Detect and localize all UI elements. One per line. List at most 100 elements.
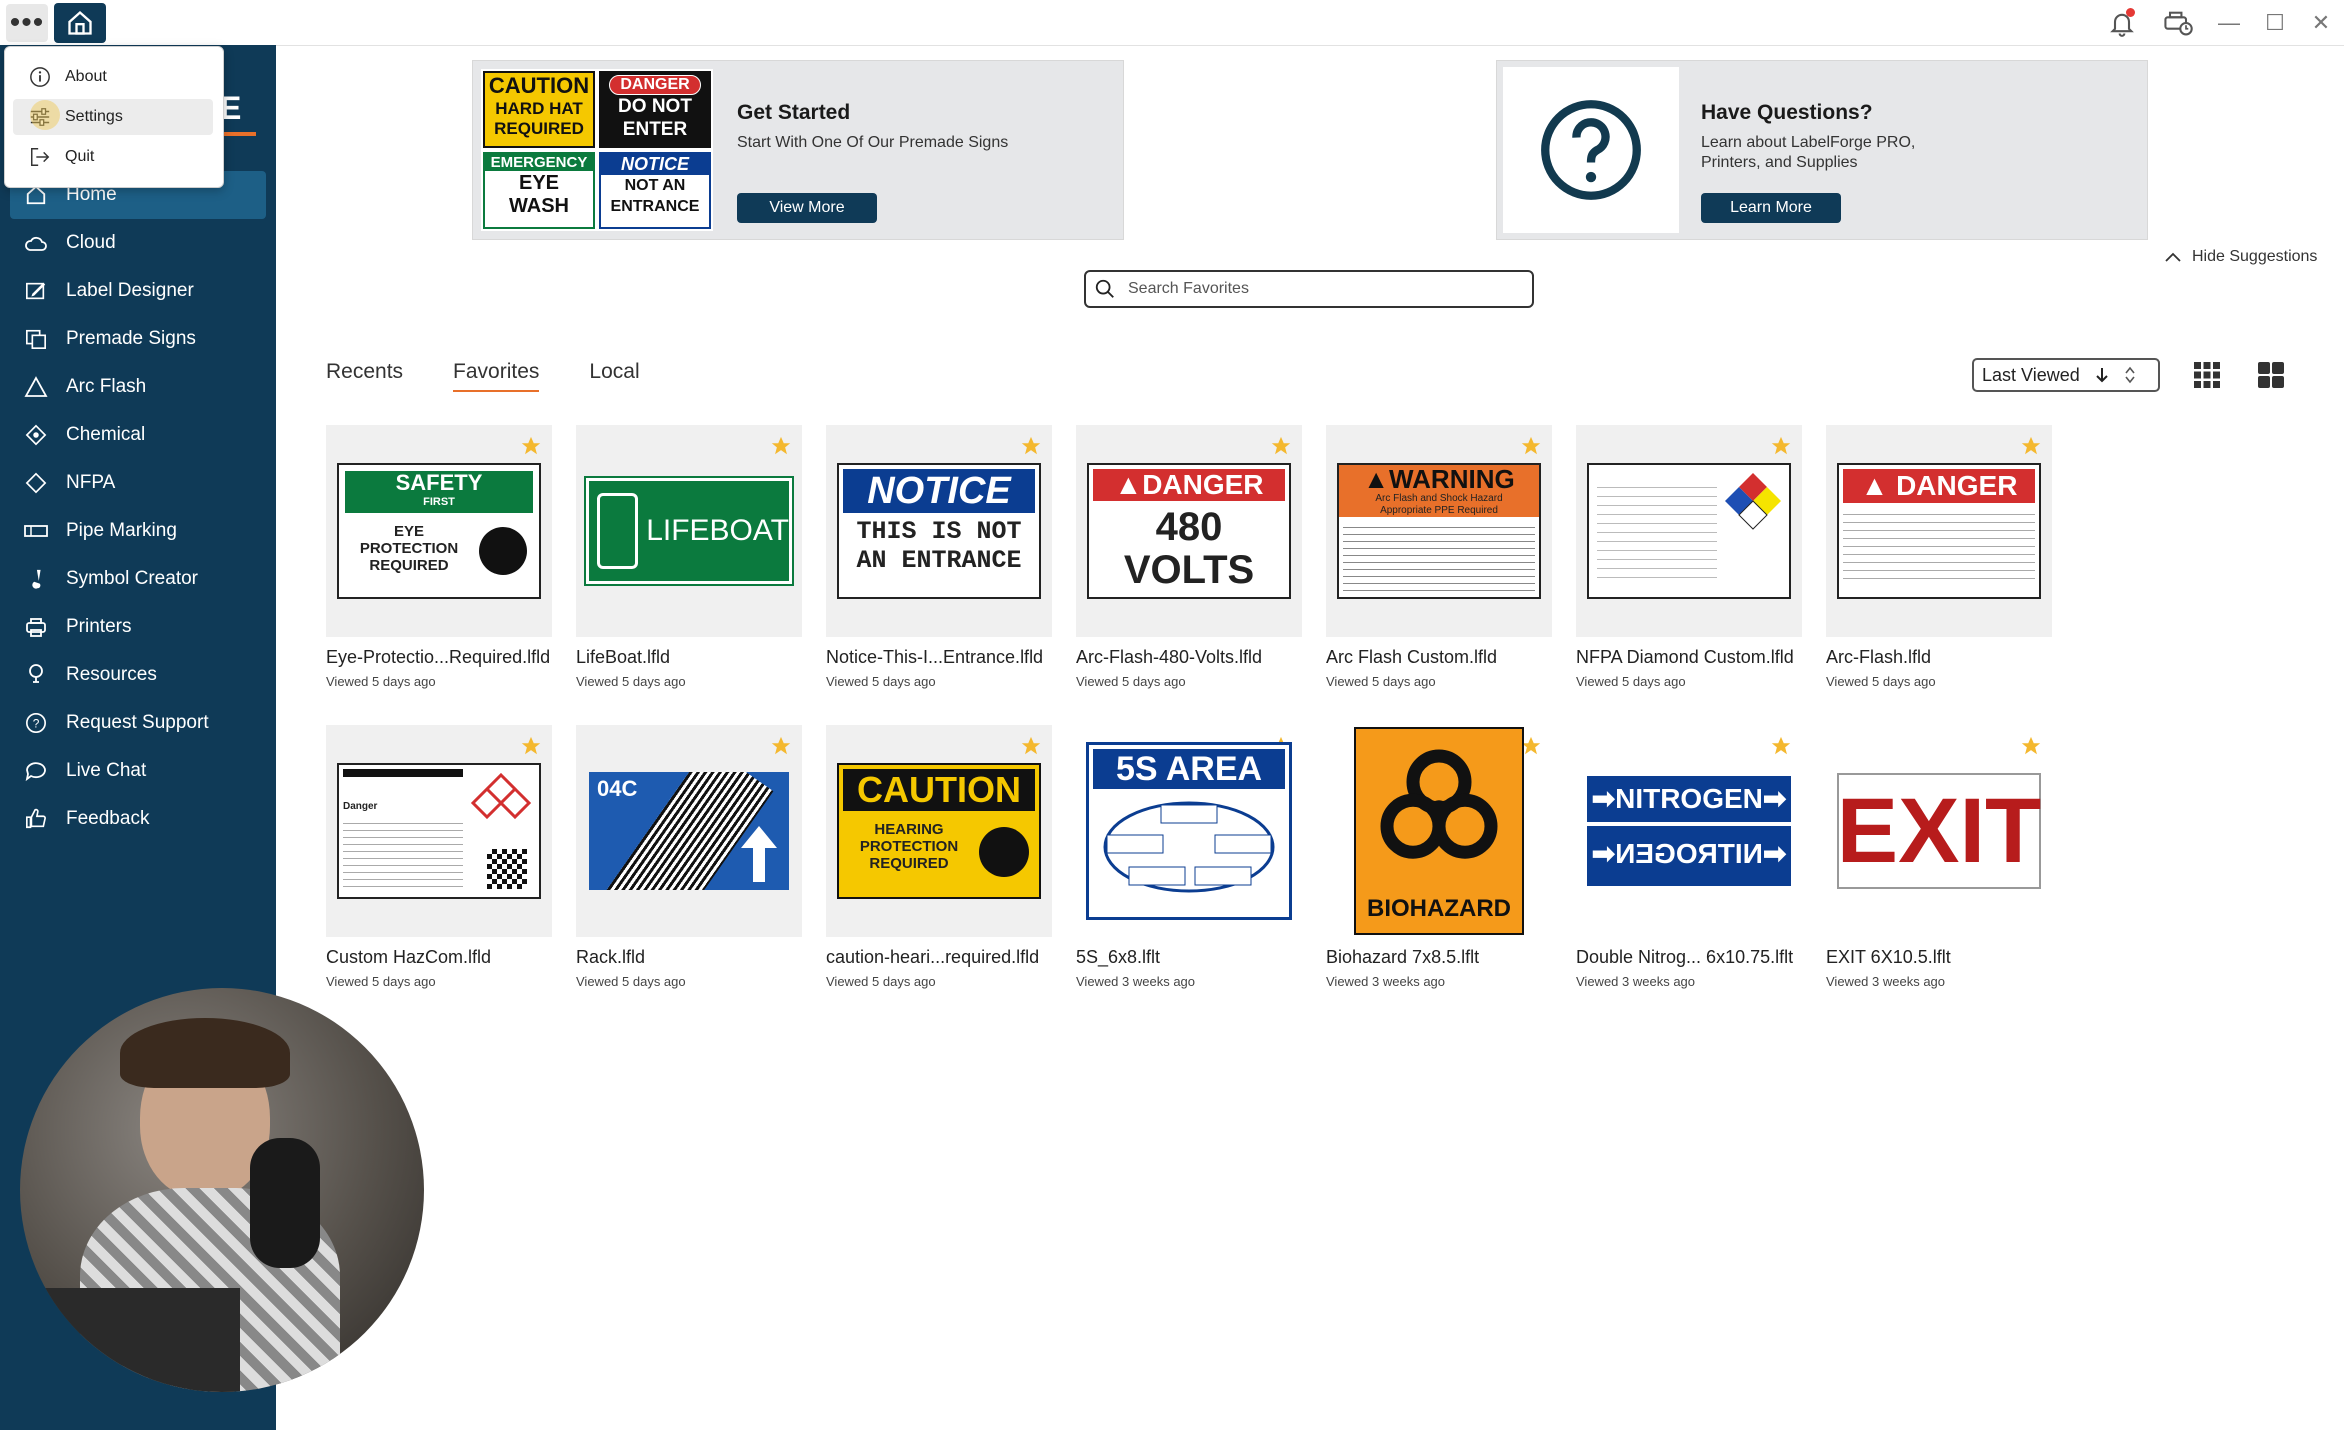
view-more-button[interactable]: View More bbox=[737, 193, 877, 223]
file-card[interactable]: Danger Custom HazCom.lfld Viewed 5 days … bbox=[326, 725, 556, 989]
file-name: caution-heari...required.lfld bbox=[826, 947, 1040, 967]
file-card[interactable]: BIOHAZARD Biohazard 7x8.5.lflt Viewed 3 … bbox=[1326, 725, 1556, 989]
sidebar-item-feedback[interactable]: Feedback bbox=[0, 795, 276, 843]
close-button[interactable]: ✕ bbox=[2298, 0, 2344, 45]
file-card[interactable]: CAUTION HEARING PROTECTION REQUIRED caut… bbox=[826, 725, 1056, 989]
favorite-star-icon[interactable] bbox=[770, 435, 792, 457]
sidebar-item-arc-flash[interactable]: Arc Flash bbox=[0, 363, 276, 411]
file-viewed: Viewed 5 days ago bbox=[1826, 674, 1936, 689]
file-viewed: Viewed 5 days ago bbox=[576, 674, 686, 689]
sidebar-item-label: Resources bbox=[66, 664, 157, 685]
home-button[interactable] bbox=[54, 3, 106, 43]
hide-suggestions-button[interactable]: Hide Suggestions bbox=[2164, 248, 2317, 266]
file-card[interactable]: ➡NITROGEN➡ ⬅NITROGEN⬅ Double Nitrog... 6… bbox=[1576, 725, 1806, 989]
notifications-button[interactable] bbox=[2094, 0, 2150, 45]
file-card[interactable]: 04C Rack.lfld Viewed 5 days ago bbox=[576, 725, 806, 989]
favorite-star-icon[interactable] bbox=[1270, 435, 1292, 457]
file-thumbnail: ▲ DANGER bbox=[1826, 425, 2052, 637]
chat-icon bbox=[25, 762, 46, 782]
file-card[interactable]: NOTICE THIS IS NOT AN ENTRANCE Notice-Th… bbox=[826, 425, 1056, 689]
brush-icon bbox=[32, 569, 41, 589]
file-card[interactable]: NFPA Diamond Custom.lfld Viewed 5 days a… bbox=[1576, 425, 1806, 689]
help-icon: ? bbox=[26, 713, 46, 733]
notification-badge bbox=[2126, 8, 2135, 17]
sidebar-item-printers[interactable]: Printers bbox=[0, 603, 276, 651]
file-name: Arc Flash Custom.lfld bbox=[1326, 647, 1498, 667]
diamond-outline-icon bbox=[25, 472, 47, 494]
arrow-up-icon bbox=[741, 826, 777, 882]
favorite-star-icon[interactable] bbox=[1770, 435, 1792, 457]
file-card[interactable]: EXIT EXIT 6X10.5.lflt Viewed 3 weeks ago bbox=[1826, 725, 2056, 989]
grid-small-view-button[interactable] bbox=[2192, 360, 2222, 390]
menu-item-about[interactable]: About bbox=[13, 59, 213, 95]
file-viewed: Viewed 5 days ago bbox=[1326, 674, 1436, 689]
search-input[interactable] bbox=[1126, 279, 1520, 299]
file-name: 5S_6x8.lflt bbox=[1076, 947, 1161, 967]
sidebar-item-chemical[interactable]: Chemical bbox=[0, 411, 276, 459]
diamond-icon bbox=[25, 424, 47, 446]
sidebar-item-label: Chemical bbox=[66, 424, 146, 445]
file-card[interactable]: 5S AREA 5S_6x8.lflt Viewed 3 weeks ago bbox=[1076, 725, 1306, 989]
tab-recents[interactable]: Recents bbox=[326, 360, 403, 392]
file-thumbnail: ▲DANGER 480 VOLTS bbox=[1076, 425, 1302, 637]
file-card[interactable]: ▲WARNING Arc Flash and Shock Hazard Appr… bbox=[1326, 425, 1556, 689]
main-menu-button[interactable]: ••• bbox=[6, 4, 48, 42]
file-viewed: Viewed 5 days ago bbox=[576, 974, 686, 989]
file-card[interactable]: LIFEBOAT LifeBoat.lfld Viewed 5 days ago bbox=[576, 425, 806, 689]
favorite-star-icon[interactable] bbox=[2020, 735, 2042, 757]
updown-chevron-icon bbox=[2125, 366, 2135, 384]
sidebar-item-label: Live Chat bbox=[66, 760, 147, 781]
file-card[interactable]: ▲DANGER 480 VOLTS Arc-Flash-480-Volts.lf… bbox=[1076, 425, 1306, 689]
file-viewed: Viewed 5 days ago bbox=[1576, 674, 1686, 689]
favorite-star-icon[interactable] bbox=[2020, 435, 2042, 457]
sidebar-item-symbol-creator[interactable]: Symbol Creator bbox=[0, 555, 276, 603]
favorite-star-icon[interactable] bbox=[1020, 435, 1042, 457]
file-name: Eye-Protectio...Required.lfld bbox=[326, 647, 551, 667]
favorite-star-icon[interactable] bbox=[520, 435, 542, 457]
file-thumbnail: ➡NITROGEN➡ ⬅NITROGEN⬅ bbox=[1576, 725, 1802, 937]
minimize-button[interactable]: — bbox=[2206, 0, 2252, 45]
sidebar-item-nfpa[interactable]: NFPA bbox=[0, 459, 276, 507]
learn-more-button[interactable]: Learn More bbox=[1701, 193, 1841, 223]
close-icon: ✕ bbox=[2311, 9, 2331, 35]
file-card[interactable]: ▲ DANGER Arc-Flash.lfld Viewed 5 days ag… bbox=[1826, 425, 2056, 689]
have-questions-subtitle-2: Printers, and Supplies bbox=[1701, 154, 1858, 171]
favorite-star-icon[interactable] bbox=[1770, 735, 1792, 757]
grid-large-view-button[interactable] bbox=[2256, 360, 2286, 390]
sign-tile-danger: DANGER DO NOT ENTER bbox=[599, 71, 711, 148]
minimize-icon: — bbox=[2218, 9, 2240, 35]
file-name: NFPA Diamond Custom.lfld bbox=[1576, 647, 1794, 667]
sidebar-item-pipe-marking[interactable]: Pipe Marking bbox=[0, 507, 276, 555]
pipe-icon bbox=[24, 525, 48, 537]
sidebar-item-premade-signs[interactable]: Premade Signs bbox=[0, 315, 276, 363]
tab-favorites[interactable]: Favorites bbox=[453, 360, 540, 392]
sidebar-item-cloud[interactable]: Cloud bbox=[0, 219, 276, 267]
sort-select[interactable]: Last Viewed bbox=[1972, 358, 2160, 392]
menu-item-quit[interactable]: Quit bbox=[13, 139, 213, 175]
maximize-button[interactable]: ☐ bbox=[2252, 0, 2298, 45]
warning-icon bbox=[24, 376, 48, 397]
sign-tile-notice: NOTICE NOT AN ENTRANCE bbox=[599, 152, 711, 229]
favorite-star-icon[interactable] bbox=[520, 735, 542, 757]
favorite-star-icon[interactable] bbox=[770, 735, 792, 757]
sidebar-item-resources[interactable]: Resources bbox=[0, 651, 276, 699]
sidebar-item-label-designer[interactable]: Label Designer bbox=[0, 267, 276, 315]
file-viewed: Viewed 3 weeks ago bbox=[1826, 974, 1946, 989]
nfpa-diamond-icon bbox=[1725, 473, 1781, 530]
file-card[interactable]: SAFETY FIRST EYE PROTECTION REQUIRED Eye… bbox=[326, 425, 556, 689]
file-thumbnail: 5S AREA bbox=[1076, 725, 1302, 937]
tab-local[interactable]: Local bbox=[589, 360, 639, 392]
get-started-subtitle: Start With One Of Our Premade Signs bbox=[737, 134, 1009, 151]
sidebar-item-live-chat[interactable]: Live Chat bbox=[0, 747, 276, 795]
sidebar-item-request-support[interactable]: ? Request Support bbox=[0, 699, 276, 747]
menu-item-label: About bbox=[65, 68, 107, 85]
sidebar-item-label: Feedback bbox=[66, 808, 150, 829]
sign-tile-caution: CAUTION HARD HAT REQUIRED bbox=[483, 71, 595, 148]
favorite-star-icon[interactable] bbox=[1520, 435, 1542, 457]
chevron-up-icon bbox=[2165, 252, 2181, 262]
favorite-star-icon[interactable] bbox=[1020, 735, 1042, 757]
printer-status-button[interactable] bbox=[2150, 0, 2206, 45]
sidebar-item-label: Request Support bbox=[66, 712, 209, 733]
lightbulb-icon bbox=[29, 664, 43, 683]
sidebar-item-label: Printers bbox=[66, 616, 132, 637]
